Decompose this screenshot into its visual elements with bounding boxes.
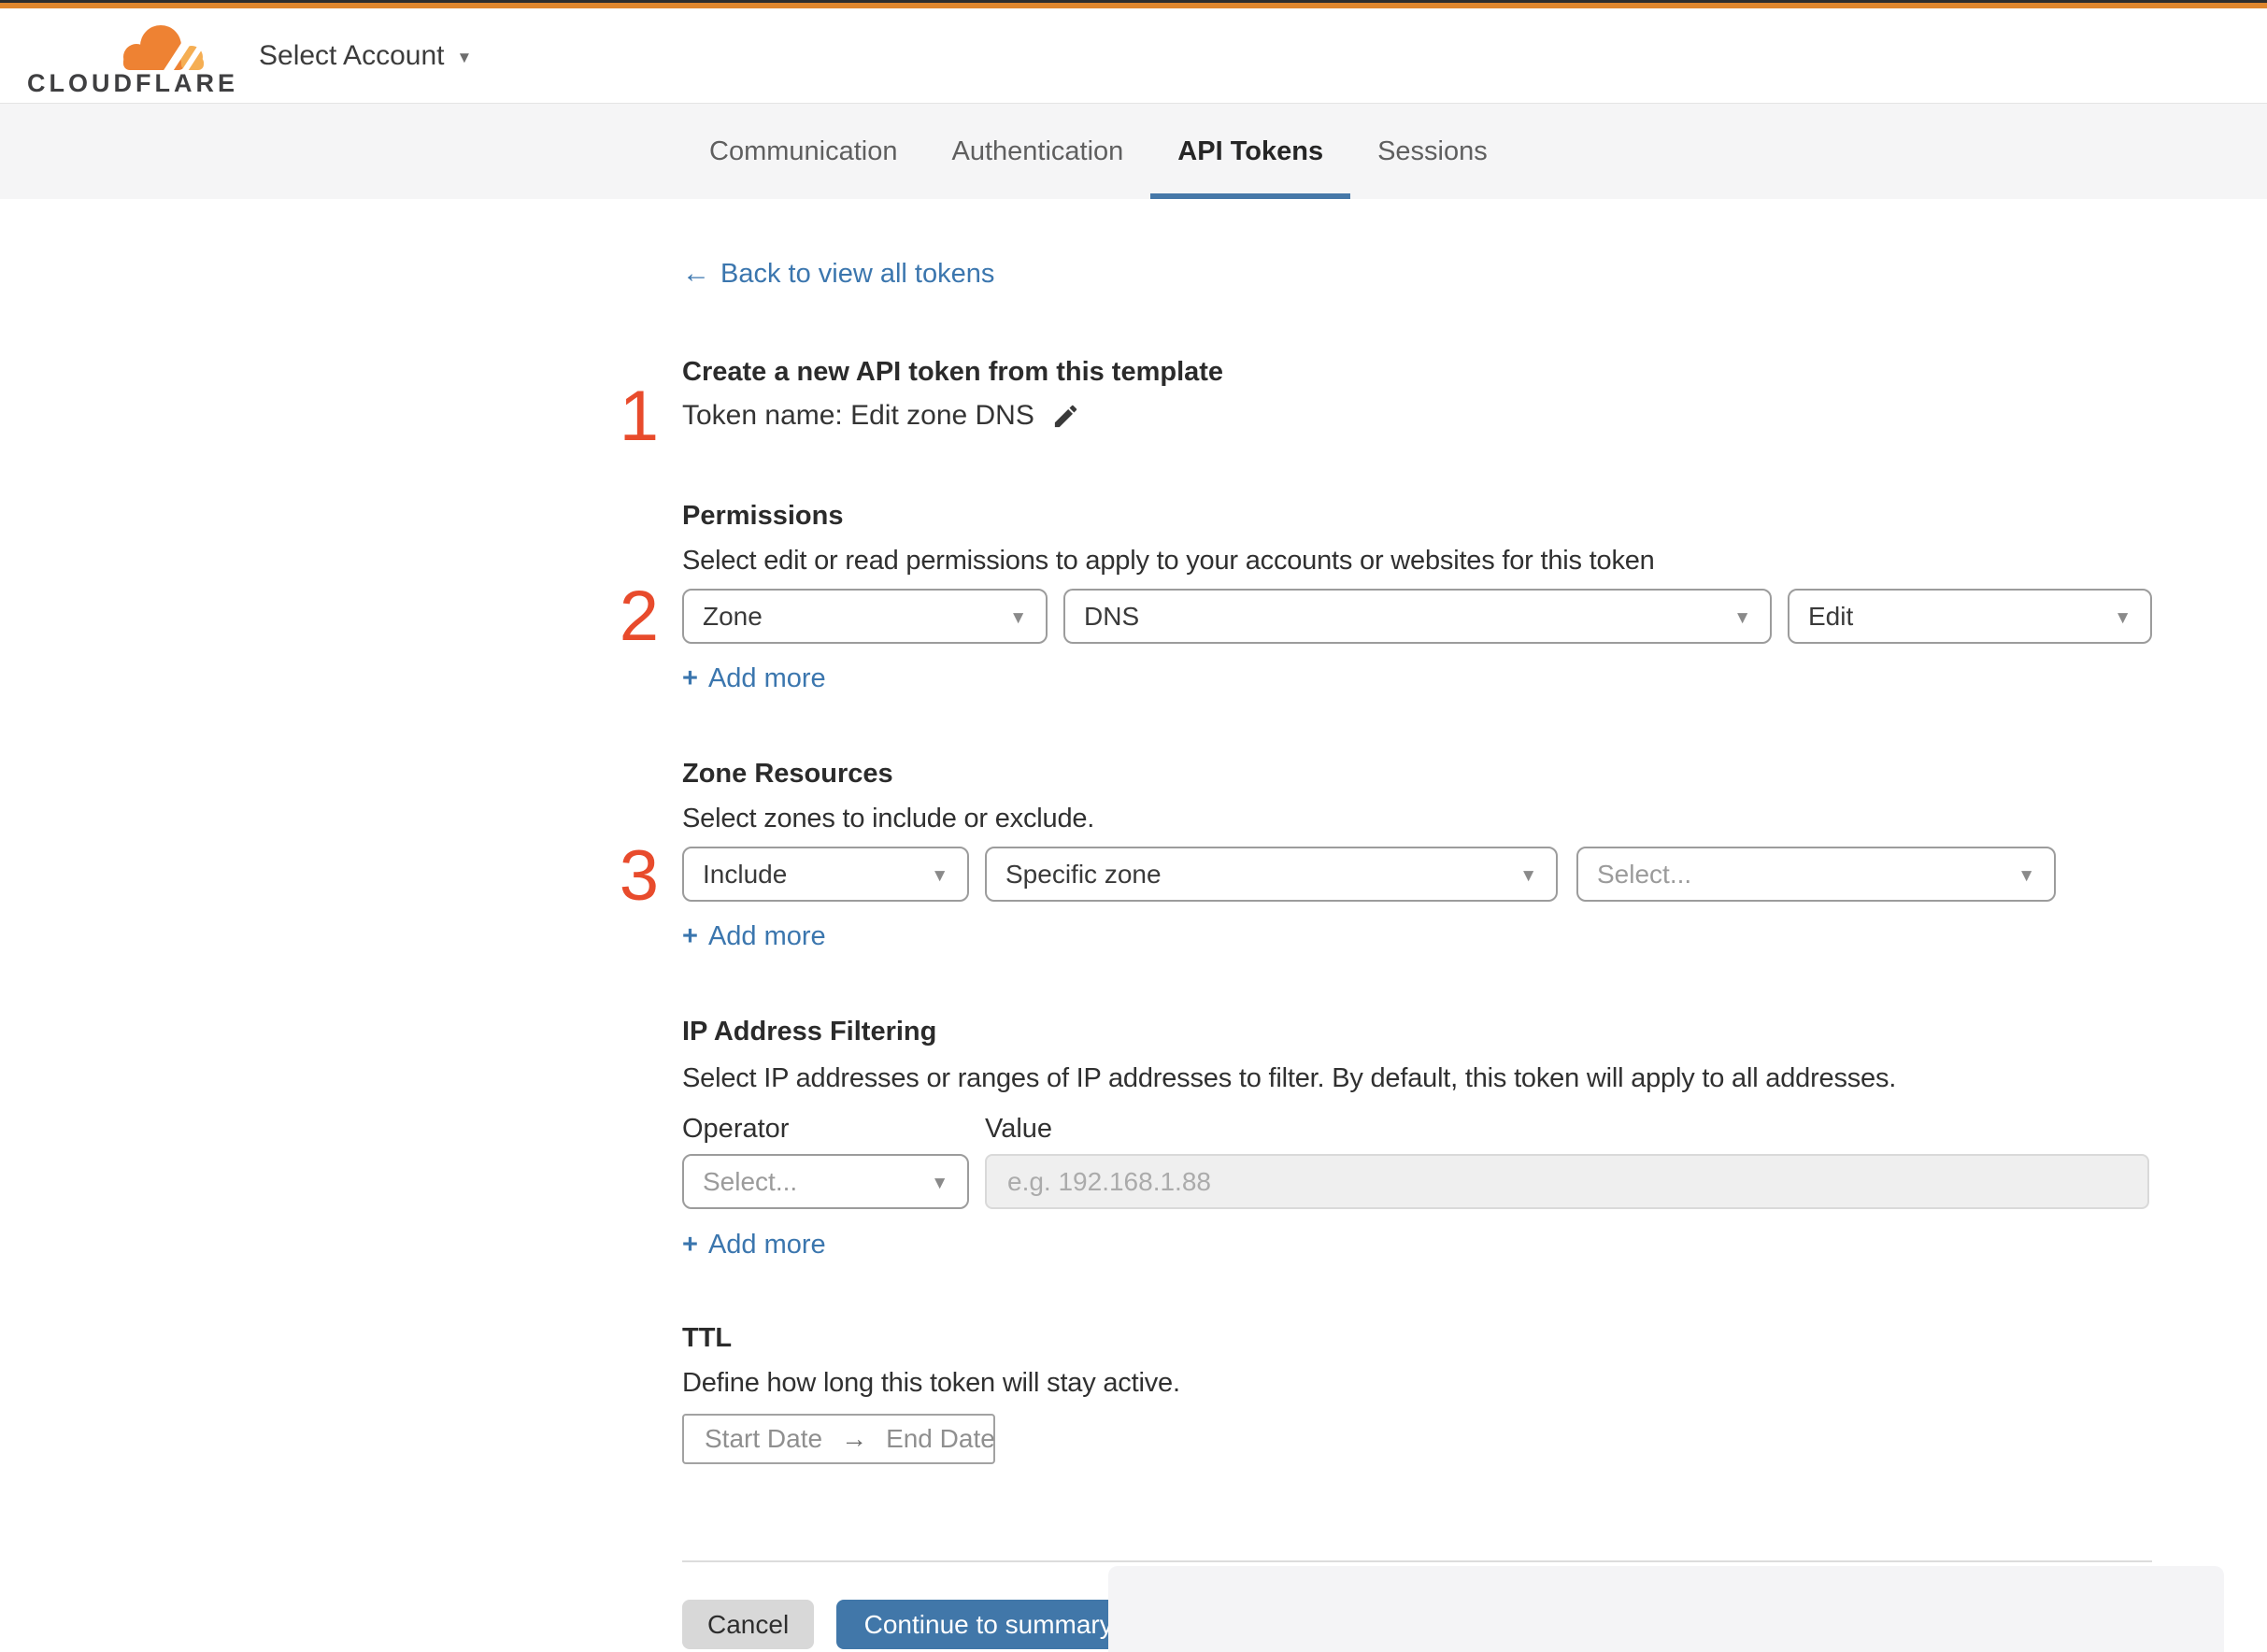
- ttl-heading: TTL: [682, 1323, 733, 1353]
- cancel-button[interactable]: Cancel: [682, 1600, 815, 1649]
- tab-bar: Communication Authentication API Tokens …: [0, 104, 2267, 199]
- permission-level-select[interactable]: Edit ▼: [1788, 589, 2152, 644]
- permissions-heading: Permissions: [682, 501, 844, 531]
- cloudflare-logo[interactable]: CLOUDFLARE: [27, 16, 235, 102]
- tab-group: Communication Authentication API Tokens …: [682, 104, 1515, 199]
- zone-scope-select[interactable]: Specific zone ▼: [985, 847, 1558, 902]
- cloudflare-wordmark: CLOUDFLARE: [27, 69, 238, 97]
- dropdown-caret-icon: ▼: [931, 865, 948, 886]
- back-arrow-icon: ←: [682, 258, 710, 289]
- plus-icon: +: [682, 1230, 698, 1260]
- dropdown-caret-icon: ▼: [2114, 607, 2132, 628]
- zone-picker-select[interactable]: Select... ▼: [1576, 847, 2056, 902]
- zone-resources-description: Select zones to include or exclude.: [682, 804, 1095, 833]
- tab-sessions[interactable]: Sessions: [1350, 104, 1515, 199]
- plus-icon: +: [682, 663, 698, 693]
- zone-include-exclude-select[interactable]: Include ▼: [682, 847, 969, 902]
- tab-communication[interactable]: Communication: [682, 104, 924, 199]
- operator-label: Operator: [682, 1114, 790, 1144]
- bottom-right-panel: [1108, 1566, 2224, 1652]
- footer-divider: [682, 1560, 2152, 1562]
- end-date-label: End Date: [886, 1424, 995, 1453]
- tab-api-tokens[interactable]: API Tokens: [1150, 104, 1351, 199]
- value-label: Value: [985, 1114, 1053, 1144]
- token-form: ← Back to view all tokens 1 Create a new…: [620, 198, 2152, 1652]
- permission-group-select[interactable]: DNS ▼: [1063, 589, 1772, 644]
- chevron-down-icon: ▼: [456, 48, 473, 66]
- back-link-label: Back to view all tokens: [720, 258, 995, 289]
- back-to-tokens-link[interactable]: ← Back to view all tokens: [682, 258, 994, 290]
- permissions-add-more-link[interactable]: + Add more: [682, 663, 826, 694]
- zone-resources-add-more-link[interactable]: + Add more: [682, 921, 826, 952]
- dropdown-caret-icon: ▼: [1733, 607, 1751, 628]
- dropdown-caret-icon: ▼: [1519, 865, 1537, 886]
- zone-resources-heading: Zone Resources: [682, 759, 893, 789]
- edit-pencil-icon[interactable]: [1051, 402, 1080, 431]
- continue-to-summary-button[interactable]: Continue to summary: [835, 1600, 1141, 1649]
- app-header: CLOUDFLARE Select Account ▼: [0, 8, 2267, 104]
- ip-filtering-heading: IP Address Filtering: [682, 1017, 937, 1047]
- ip-filtering-add-more-link[interactable]: + Add more: [682, 1230, 826, 1260]
- ip-filtering-description: Select IP addresses or ranges of IP addr…: [682, 1063, 1897, 1093]
- select-account-dropdown[interactable]: Select Account ▼: [259, 8, 472, 103]
- ip-value-input[interactable]: [985, 1154, 2149, 1209]
- tab-authentication[interactable]: Authentication: [924, 104, 1150, 199]
- plus-icon: +: [682, 921, 698, 951]
- cloudflare-cloud-icon: [117, 25, 210, 76]
- dropdown-caret-icon: ▼: [931, 1173, 948, 1193]
- token-name-text: Token name: Edit zone DNS: [682, 400, 1034, 431]
- ttl-date-range-picker[interactable]: Start Date → End Date: [682, 1414, 995, 1464]
- step-1-number: 1: [619, 377, 659, 456]
- start-date-label: Start Date: [705, 1424, 823, 1453]
- page-title: Create a new API token from this templat…: [682, 357, 1224, 387]
- ttl-description: Define how long this token will stay act…: [682, 1368, 1180, 1398]
- arrow-right-icon: →: [841, 1424, 868, 1453]
- dropdown-caret-icon: ▼: [2017, 865, 2035, 886]
- permissions-description: Select edit or read permissions to apply…: [682, 546, 1655, 576]
- cloudflare-api-token-page: CLOUDFLARE Select Account ▼ Communicatio…: [0, 0, 2267, 1652]
- dropdown-caret-icon: ▼: [1009, 607, 1027, 628]
- permission-scope-select[interactable]: Zone ▼: [682, 589, 1048, 644]
- step-2-number: 2: [619, 577, 659, 656]
- step-3-number: 3: [619, 836, 659, 916]
- select-account-label: Select Account: [259, 39, 445, 71]
- ip-operator-select[interactable]: Select... ▼: [682, 1154, 969, 1209]
